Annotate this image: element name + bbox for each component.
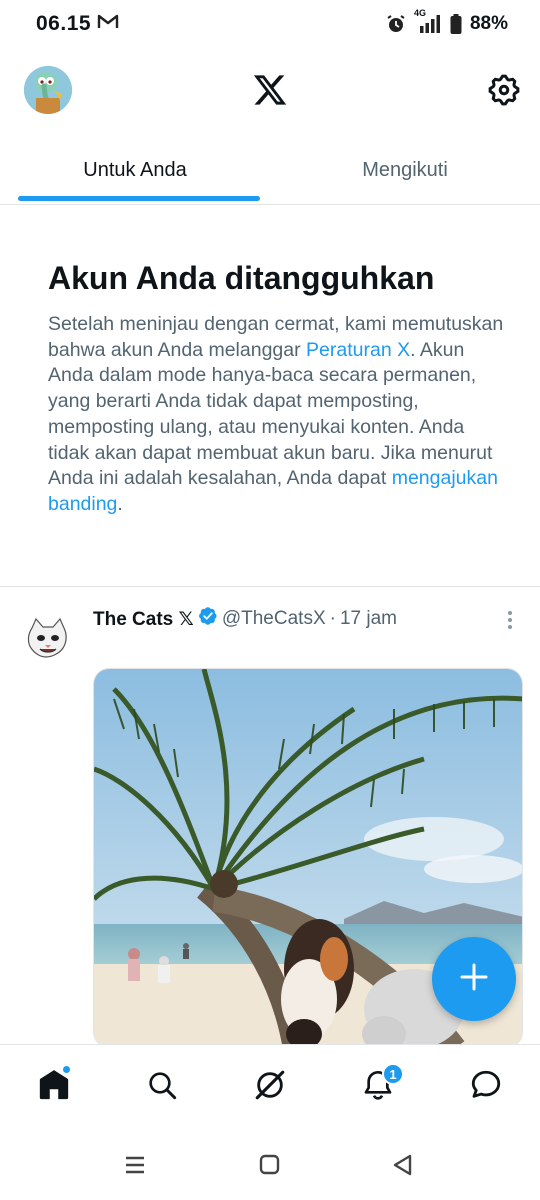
suspension-notice: Akun Anda ditangguhkan Setelah meninjau … (48, 256, 508, 518)
home-unread-dot (62, 1065, 71, 1074)
battery-icon (450, 14, 462, 34)
tab-for-you[interactable]: Untuk Anda (0, 136, 270, 204)
tweet-author-name-text: The Cats (93, 608, 174, 630)
nav-grok[interactable] (250, 1067, 290, 1107)
top-header (0, 48, 540, 136)
messages-icon (469, 1068, 503, 1107)
status-bar: 06.15 4G 88% (0, 0, 540, 48)
tab-for-you-label: Untuk Anda (83, 158, 187, 181)
nav-notifications[interactable]: 1 (358, 1063, 404, 1107)
tweet-author-avatar[interactable] (24, 617, 72, 658)
notice-body-part-3: . (117, 492, 123, 515)
notifications-badge: 1 (382, 1063, 404, 1085)
tweet-separator: · (329, 608, 336, 629)
section-divider (0, 586, 540, 587)
bottom-navigation: 1 (0, 1044, 540, 1130)
status-time: 06.15 (36, 12, 92, 35)
tweet-timestamp[interactable]: 17 jam (340, 608, 397, 630)
notice-title: Akun Anda ditangguhkan (48, 260, 435, 296)
tweet-author-handle[interactable]: @TheCatsX (222, 608, 326, 630)
nav-search[interactable] (142, 1067, 182, 1107)
plus-icon (459, 962, 489, 997)
system-navigation-bar (0, 1130, 540, 1200)
x-logo-icon[interactable] (252, 72, 288, 108)
verified-badge-icon (198, 606, 218, 632)
alarm-icon (386, 14, 406, 34)
recents-icon[interactable] (120, 1152, 150, 1178)
active-tab-indicator (18, 196, 260, 201)
nav-messages[interactable] (466, 1067, 506, 1107)
back-icon[interactable] (388, 1152, 418, 1178)
compose-button[interactable] (432, 937, 516, 1021)
gmail-icon (97, 12, 119, 36)
rules-link[interactable]: Peraturan X (306, 339, 410, 361)
nav-home[interactable] (34, 1065, 74, 1107)
signal-icon: 4G (414, 8, 442, 34)
home-square-icon[interactable] (255, 1152, 285, 1178)
grok-icon (253, 1068, 287, 1107)
tab-following-label: Mengikuti (362, 158, 448, 181)
settings-gear-icon[interactable] (486, 72, 522, 108)
status-right: 4G 88% (386, 8, 508, 35)
tweet-author-name[interactable]: The Cats 𝕏 (93, 608, 194, 631)
notice-body: Setelah meninjau dengan cermat, kami mem… (48, 312, 508, 518)
status-left: 06.15 (36, 12, 119, 36)
profile-avatar[interactable] (24, 66, 72, 114)
network-type: 4G (413, 8, 426, 18)
tab-following[interactable]: Mengikuti (270, 136, 540, 204)
search-icon (146, 1069, 178, 1106)
tweet-header: The Cats 𝕏 @TheCatsX · 17 jam (93, 606, 397, 632)
author-name-x-suffix: 𝕏 (178, 608, 194, 630)
timeline-tabs: Untuk Anda Mengikuti (0, 136, 540, 205)
battery-percent: 88% (469, 13, 508, 34)
more-vertical-icon[interactable] (500, 608, 520, 632)
